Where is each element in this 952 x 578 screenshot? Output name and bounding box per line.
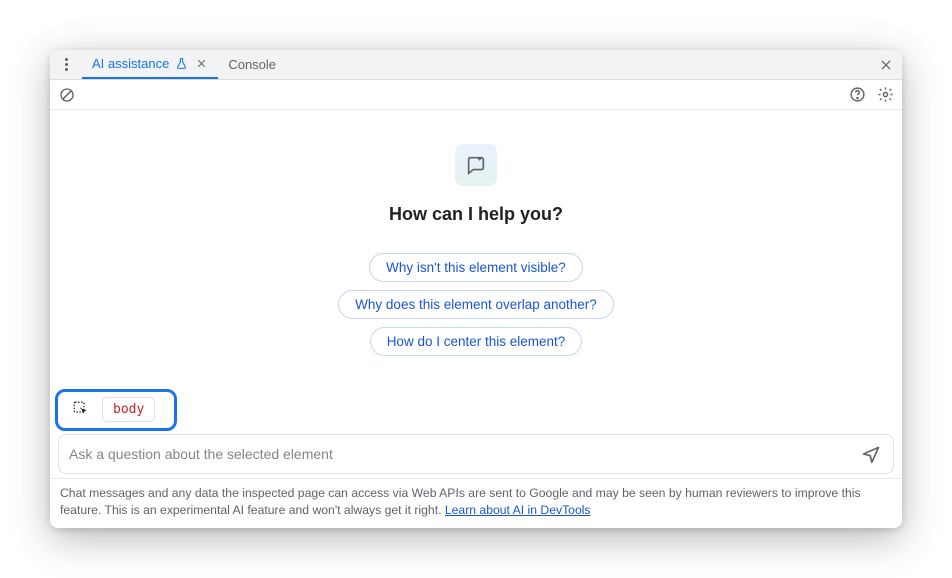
chat-input-row: [58, 434, 894, 474]
tab-label: Console: [228, 57, 276, 72]
suggestion-chip[interactable]: How do I center this element?: [370, 327, 583, 356]
help-icon[interactable]: [846, 84, 868, 106]
context-row: body: [50, 393, 902, 426]
menu-icon[interactable]: [56, 55, 76, 75]
sparkle-chat-icon: [455, 144, 497, 186]
flask-icon: [175, 57, 188, 70]
empty-state: How can I help you? Why isn't this eleme…: [50, 110, 902, 393]
close-icon[interactable]: [194, 57, 208, 71]
devtools-panel: AI assistance Console: [50, 50, 902, 528]
send-icon[interactable]: [859, 442, 883, 466]
tab-label: AI assistance: [92, 56, 169, 71]
highlight-box: [55, 389, 177, 431]
clear-icon[interactable]: [56, 84, 78, 106]
footer: body Chat messages and any data the insp…: [50, 393, 902, 528]
disclaimer-link[interactable]: Learn about AI in DevTools: [445, 503, 591, 517]
suggestion-chip[interactable]: Why isn't this element visible?: [369, 253, 583, 282]
chat-input[interactable]: [69, 446, 859, 462]
toolbar: [50, 80, 902, 110]
gear-icon[interactable]: [874, 84, 896, 106]
suggestion-chips: Why isn't this element visible? Why does…: [338, 253, 614, 356]
tab-console[interactable]: Console: [218, 50, 286, 79]
disclaimer: Chat messages and any data the inspected…: [50, 478, 902, 528]
close-panel-icon[interactable]: [876, 55, 896, 75]
suggestion-chip[interactable]: Why does this element overlap another?: [338, 290, 614, 319]
heading: How can I help you?: [389, 204, 563, 225]
tab-bar: AI assistance Console: [50, 50, 902, 80]
tab-ai-assistance[interactable]: AI assistance: [82, 50, 218, 79]
